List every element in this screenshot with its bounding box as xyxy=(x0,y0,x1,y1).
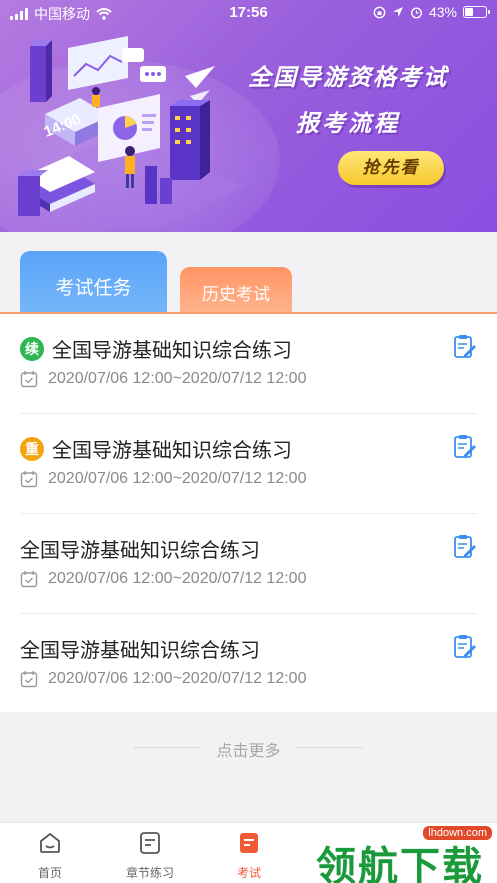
nav-home-label: 首页 xyxy=(37,866,62,880)
watermark-text: 领航下载 xyxy=(316,844,484,883)
nav-chapter-practice[interactable]: 章节练习 xyxy=(110,831,190,881)
banner-illustration: 14:00 xyxy=(10,36,245,226)
load-more-label[interactable]: 点击更多 xyxy=(0,737,497,761)
battery-icon xyxy=(463,6,490,18)
nav-exam-label: 考试 xyxy=(236,866,261,880)
continue-badge: 续 xyxy=(20,336,44,361)
edit-exam-icon[interactable] xyxy=(453,434,477,460)
exam-page: 中国移动 17:56 43% 14:00 全国导游资格考试 报考流程 抢先看 考… xyxy=(0,0,497,883)
exam-date-range: 2020/07/06 12:00~2020/07/12 12:00 xyxy=(48,670,307,687)
battery-level xyxy=(465,8,474,16)
exam-title: 全国导游基础知识综合练习 xyxy=(52,440,292,462)
important-badge: 重 xyxy=(20,436,44,461)
watermark-logo: 领航下载 lhdown.com xyxy=(316,826,494,883)
edit-exam-icon[interactable] xyxy=(453,534,477,560)
exam-title: 全国导游基础知识综合练习 xyxy=(20,540,260,562)
nav-chapter-label: 章节练习 xyxy=(125,866,174,880)
alarm-icon xyxy=(410,6,422,19)
exam-date-range: 2020/07/06 12:00~2020/07/12 12:00 xyxy=(48,470,307,487)
lock-rotation-icon xyxy=(373,6,386,18)
edit-exam-icon[interactable] xyxy=(453,334,477,360)
promo-banner[interactable]: 中国移动 17:56 43% 14:00 全国导游资格考试 报考流程 抢先看 xyxy=(0,0,497,232)
edit-exam-icon[interactable] xyxy=(453,634,477,660)
tab-exam-tasks[interactable]: 考试任务 xyxy=(20,251,167,314)
banner-title: 全国导游资格考试 xyxy=(248,64,448,90)
exam-date-range: 2020/07/06 12:00~2020/07/12 12:00 xyxy=(48,570,307,587)
exam-list-item[interactable]: 全国导游基础知识综合练习 2020/07/06 12:00~2020/07/12… xyxy=(0,614,497,714)
banner-subtitle: 报考流程 xyxy=(296,110,400,136)
tab-history-exams[interactable]: 历史考试 xyxy=(180,267,292,314)
calendar-icon xyxy=(20,571,38,588)
nav-home[interactable]: 首页 xyxy=(10,831,90,881)
more-divider-right xyxy=(297,747,363,748)
chapter-icon xyxy=(140,832,160,854)
calendar-icon xyxy=(20,471,38,488)
nav-exam[interactable]: 考试 xyxy=(209,831,289,881)
banner-cta-button[interactable]: 抢先看 xyxy=(338,151,444,185)
exam-list-item[interactable]: 全国导游基础知识综合练习 2020/07/06 12:00~2020/07/12… xyxy=(0,514,497,614)
exam-list-item[interactable]: 重 全国导游基础知识综合练习 2020/07/06 12:00~2020/07/… xyxy=(0,414,497,514)
load-more[interactable]: 点击更多 xyxy=(0,730,497,764)
calendar-icon xyxy=(20,371,38,388)
exam-date-range: 2020/07/06 12:00~2020/07/12 12:00 xyxy=(48,370,307,387)
exam-title: 全国导游基础知识综合练习 xyxy=(52,340,292,362)
exam-icon xyxy=(240,833,258,853)
calendar-icon xyxy=(20,671,38,688)
exam-tabs: 考试任务 历史考试 xyxy=(0,232,497,314)
exam-title: 全国导游基础知识综合练习 xyxy=(20,640,260,662)
battery-percent: 43% xyxy=(428,4,457,20)
location-icon xyxy=(392,7,403,17)
home-icon xyxy=(40,832,60,853)
status-bar: 中国移动 17:56 43% xyxy=(0,0,497,26)
watermark-site: lhdown.com xyxy=(423,826,492,840)
exam-list-item[interactable]: 续 全国导游基础知识综合练习 2020/07/06 12:00~2020/07/… xyxy=(0,314,497,414)
exam-list: 续 全国导游基础知识综合练习 2020/07/06 12:00~2020/07/… xyxy=(0,314,497,712)
